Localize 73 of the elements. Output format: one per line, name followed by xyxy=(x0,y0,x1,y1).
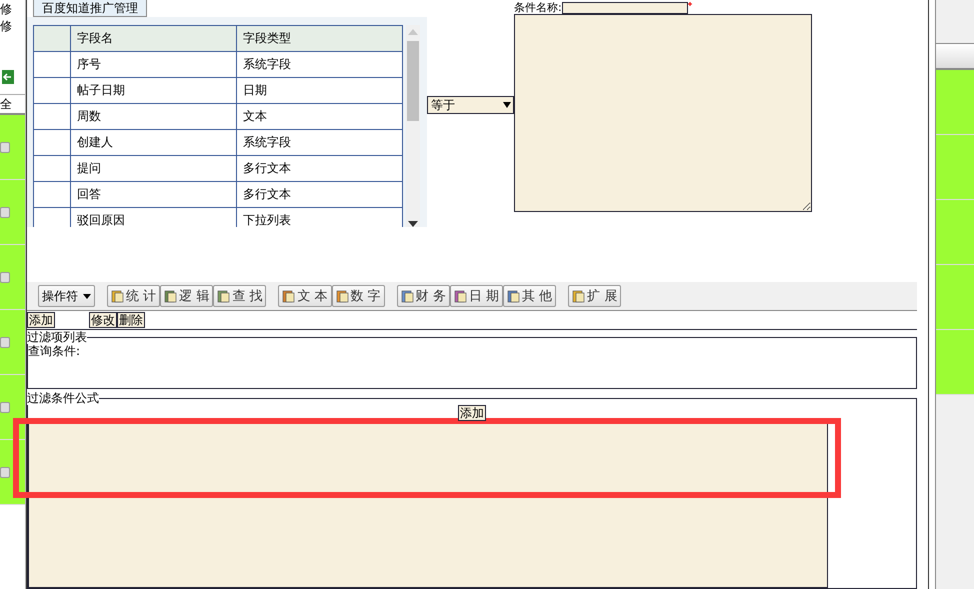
table-header-cell xyxy=(34,26,70,52)
table-cell[interactable]: 序号 xyxy=(70,52,236,78)
toolbar-button[interactable]: 数 字 xyxy=(332,285,385,307)
book-icon xyxy=(111,289,125,303)
book-icon xyxy=(217,289,232,303)
table-cell xyxy=(34,78,70,104)
table-cell[interactable]: 系统字段 xyxy=(236,52,402,78)
tab[interactable]: 百度知道推广管理 xyxy=(33,0,147,17)
required-icon xyxy=(688,2,692,6)
table-cell[interactable]: 回答 xyxy=(70,182,236,208)
scrollbar[interactable] xyxy=(406,25,420,227)
toolbar-button[interactable]: 扩 展 xyxy=(568,285,622,307)
cut-label: 修 xyxy=(0,1,12,17)
toolbar-button[interactable]: 逻 辑 xyxy=(160,285,214,307)
table-cell[interactable]: 提问 xyxy=(70,156,236,182)
toolbar-button[interactable]: 财 务 xyxy=(396,285,450,307)
table-cell[interactable]: 多行文本 xyxy=(236,182,402,208)
table-row xyxy=(936,135,974,200)
table-cell[interactable]: 创建人 xyxy=(70,130,236,156)
toolbar-button[interactable]: 查 找 xyxy=(213,285,266,307)
action-button[interactable]: 删除 xyxy=(117,312,145,328)
book-icon xyxy=(164,289,178,303)
table-cell[interactable]: 系统字段 xyxy=(236,130,402,156)
book-icon xyxy=(572,289,586,303)
caret-icon xyxy=(83,294,91,298)
table-row xyxy=(936,70,974,135)
table-row xyxy=(936,265,974,330)
column-header: 字段名 xyxy=(70,26,236,52)
table-row xyxy=(936,200,974,265)
table-cell[interactable]: 多行文本 xyxy=(236,156,402,182)
table-cell[interactable]: 周数 xyxy=(70,104,236,130)
panel-title: 过滤条件公式 xyxy=(27,391,99,405)
row-button[interactable] xyxy=(0,336,10,348)
text-area[interactable] xyxy=(28,421,828,588)
cut-label: 修 xyxy=(0,18,12,34)
scroll-down-icon[interactable] xyxy=(408,221,418,227)
table-cell xyxy=(34,156,70,182)
toolbar-button[interactable]: 统 计 xyxy=(107,285,160,307)
book-icon xyxy=(400,289,415,303)
toolbar-button[interactable]: 日 期 xyxy=(450,285,503,307)
book-icon xyxy=(506,289,521,303)
add-button[interactable]: 添加 xyxy=(458,405,486,421)
book-icon xyxy=(336,289,350,303)
table-cell[interactable]: 日期 xyxy=(236,78,402,104)
book-icon xyxy=(282,289,296,303)
table-row xyxy=(936,330,974,395)
action-button[interactable]: 修改 xyxy=(89,312,117,328)
row-button[interactable] xyxy=(0,272,10,282)
column-header: 字段类型 xyxy=(236,26,402,52)
book-icon xyxy=(454,289,468,303)
exit-icon[interactable] xyxy=(2,70,14,84)
table-cell[interactable]: 文本 xyxy=(236,104,402,130)
query-label: 查询条件: xyxy=(28,344,82,358)
operator-button[interactable]: 操作符 xyxy=(38,285,95,307)
row-button[interactable] xyxy=(0,142,10,152)
input-field[interactable] xyxy=(562,2,688,14)
table-cell xyxy=(34,130,70,156)
panel-title: 过滤项列表 xyxy=(27,330,87,344)
row-button[interactable] xyxy=(0,206,10,218)
toolbar-button[interactable]: 其 他 xyxy=(502,285,556,307)
toolbar-button[interactable]: 文 本 xyxy=(278,285,332,307)
action-button[interactable]: 添加 xyxy=(27,312,55,328)
operator-dropdown[interactable]: 等于 xyxy=(427,96,514,114)
field-label: 条件名称: xyxy=(514,2,562,14)
row-button[interactable] xyxy=(0,466,10,478)
row-button[interactable] xyxy=(0,402,10,412)
table-cell xyxy=(34,52,70,78)
table-cell xyxy=(34,182,70,208)
scroll-up-icon[interactable] xyxy=(408,29,418,35)
table-cell xyxy=(34,208,70,227)
caret-icon xyxy=(503,102,511,108)
table-cell xyxy=(34,104,70,130)
table-cell[interactable]: 帖子日期 xyxy=(70,78,236,104)
